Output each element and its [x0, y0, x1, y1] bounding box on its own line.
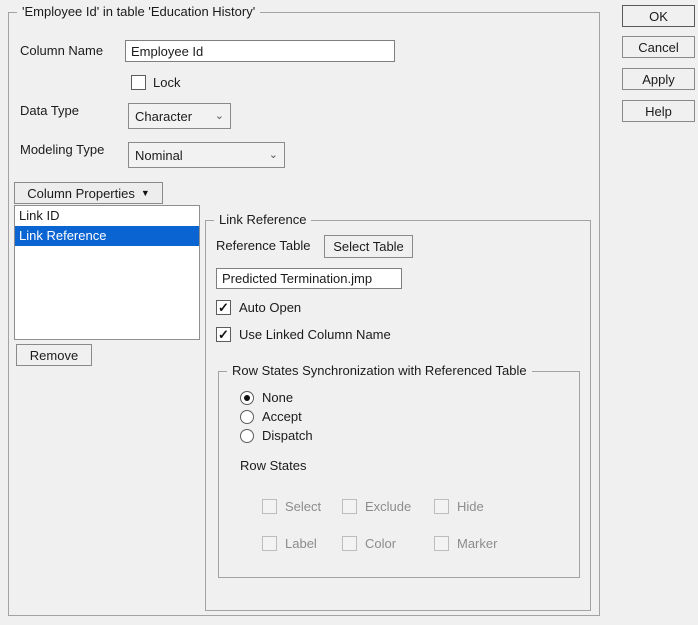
modeling-type-label: Modeling Type	[20, 142, 104, 157]
column-info-dialog: 'Employee Id' in table 'Education Histor…	[0, 0, 698, 625]
list-item-link-reference[interactable]: Link Reference	[15, 226, 199, 246]
properties-listbox: Link ID Link Reference	[14, 205, 200, 340]
reference-table-label: Reference Table	[216, 238, 310, 253]
column-properties-label: Column Properties	[27, 186, 135, 201]
modeling-type-value: Nominal	[135, 148, 183, 163]
select-checkbox	[262, 499, 277, 514]
radio-none[interactable]	[240, 391, 254, 405]
color-checkbox-label: Color	[365, 536, 396, 551]
marker-checkbox	[434, 536, 449, 551]
modeling-type-dropdown[interactable]: Nominal ⌄	[128, 142, 285, 168]
select-table-button[interactable]: Select Table	[324, 235, 413, 258]
data-type-value: Character	[135, 109, 192, 124]
lock-checkbox[interactable]	[131, 75, 146, 90]
auto-open-label: Auto Open	[239, 300, 301, 315]
list-item-link-id[interactable]: Link ID	[15, 206, 199, 226]
help-button[interactable]: Help	[622, 100, 695, 122]
exclude-checkbox-label: Exclude	[365, 499, 411, 514]
radio-accept-label: Accept	[262, 409, 302, 424]
dialog-title: 'Employee Id' in table 'Education Histor…	[17, 4, 260, 19]
data-type-dropdown[interactable]: Character ⌄	[128, 103, 231, 129]
use-linked-column-name-checkbox[interactable]: ✓	[216, 327, 231, 342]
data-type-label: Data Type	[20, 103, 79, 118]
reference-table-input[interactable]	[216, 268, 402, 289]
cancel-button[interactable]: Cancel	[622, 36, 695, 58]
ok-button[interactable]: OK	[622, 5, 695, 27]
radio-dispatch[interactable]	[240, 429, 254, 443]
row-states-label: Row States	[240, 458, 306, 473]
radio-dispatch-label: Dispatch	[262, 428, 313, 443]
hide-checkbox-label: Hide	[457, 499, 484, 514]
dropdown-arrow-icon: ▼	[141, 189, 150, 198]
exclude-checkbox	[342, 499, 357, 514]
marker-checkbox-label: Marker	[457, 536, 497, 551]
lock-label: Lock	[153, 75, 180, 90]
column-name-input[interactable]	[125, 40, 395, 62]
radio-none-label: None	[262, 390, 293, 405]
color-checkbox	[342, 536, 357, 551]
label-checkbox	[262, 536, 277, 551]
column-properties-button[interactable]: Column Properties ▼	[14, 182, 163, 204]
apply-button[interactable]: Apply	[622, 68, 695, 90]
column-name-label: Column Name	[20, 43, 103, 58]
remove-button[interactable]: Remove	[16, 344, 92, 366]
select-checkbox-label: Select	[285, 499, 321, 514]
row-states-sync-title: Row States Synchronization with Referenc…	[227, 363, 532, 378]
use-linked-column-name-label: Use Linked Column Name	[239, 327, 391, 342]
auto-open-checkbox[interactable]: ✓	[216, 300, 231, 315]
chevron-down-icon: ⌄	[259, 150, 278, 161]
radio-accept[interactable]	[240, 410, 254, 424]
link-reference-title: Link Reference	[214, 212, 311, 227]
hide-checkbox	[434, 499, 449, 514]
chevron-down-icon: ⌄	[205, 111, 224, 122]
label-checkbox-label: Label	[285, 536, 317, 551]
